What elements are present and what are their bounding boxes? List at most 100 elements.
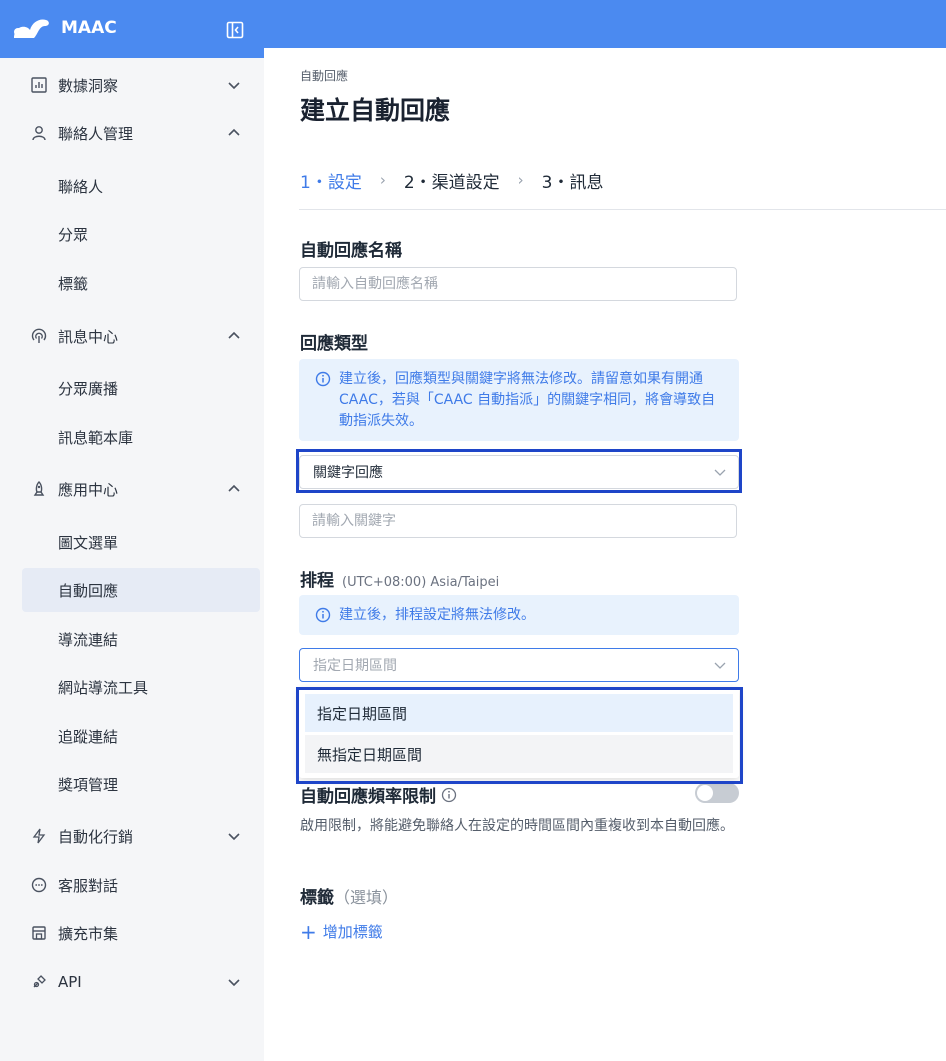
sidebar-subitem-label: 標籤 [58,274,89,293]
sidebar: 數據洞察 聯絡人管理 聯絡人 分眾 標籤 訊息中心 分眾廣播 訊息範本庫 應用中… [0,58,264,1061]
add-tag-button[interactable]: + 增加標籤 [300,921,383,942]
sidebar-subitem-segment-broadcast[interactable]: 分眾廣播 [22,366,260,410]
add-tag-label: 增加標籤 [322,923,383,941]
sidebar-item-api[interactable]: API [22,960,260,1004]
sidebar-subitem-label: 導流連結 [58,630,119,649]
frequency-limit-toggle[interactable] [695,783,739,803]
keyword-input[interactable] [299,504,737,538]
schedule-info-box: 建立後，排程設定將無法修改。 [299,595,739,635]
sidebar-item-label: 客服對話 [58,876,119,895]
sidebar-item-insights[interactable]: 數據洞察 [22,63,260,107]
breadcrumb[interactable]: 自動回應 [300,67,348,84]
sidebar-item-label: 自動化行銷 [58,827,134,846]
sidebar-item-customer-chat[interactable]: 客服對話 [22,863,260,907]
sidebar-subitem-rich-menu[interactable]: 圖文選單 [22,520,260,564]
sidebar-item-automation[interactable]: 自動化行銷 [22,814,260,858]
plus-icon: + [300,919,317,944]
step-separator-icon: › [517,171,524,189]
auto-reply-name-label: 自動回應名稱 [300,241,402,261]
step-indicator: 1・設定 › 2・渠道設定 › 3・訊息 [300,167,603,193]
chevron-down-icon [714,662,726,669]
main-content: 自動回應 建立自動回應 1・設定 › 2・渠道設定 › 3・訊息 自動回應名稱 … [264,48,946,1061]
frequency-limit-label-text: 自動回應頻率限制 [300,787,436,807]
chevron-down-icon [228,979,240,987]
chat-icon [31,877,47,893]
sidebar-subitem-traffic-links[interactable]: 導流連結 [22,617,260,661]
info-icon [315,607,331,623]
chevron-up-icon [228,484,240,492]
chart-icon [31,77,47,93]
auto-reply-name-input[interactable] [299,267,737,301]
schedule-label: 排程 (UTC+08:00) Asia/Taipei [300,566,499,591]
toggle-knob [697,785,713,801]
chevron-down-icon [228,82,240,90]
reply-type-selected-value: 關鍵字回應 [313,465,383,481]
info-circle-icon[interactable] [441,787,457,803]
rocket-icon [33,481,45,496]
chevron-up-icon [228,128,240,136]
sidebar-subitem-segments[interactable]: 分眾 [22,212,260,256]
page-title: 建立自動回應 [300,96,451,125]
tags-optional-text: （選填） [334,888,399,907]
brand-header: MAAC [0,0,264,58]
sidebar-item-label: 擴充市集 [58,924,119,943]
reply-type-info-box: 建立後，回應類型與關鍵字將無法修改。請留意如果有開通 CAAC，若與「CAAC … [299,359,739,441]
frequency-limit-help: 啟用限制，將能避免聯絡人在設定的時間區間內重複收到本自動回應。 [300,818,734,834]
step-separator-icon: › [379,171,386,189]
sidebar-subitem-label: 網站導流工具 [58,678,149,697]
sidebar-subitem-message-templates[interactable]: 訊息範本庫 [22,415,260,459]
maac-logo-icon [14,19,49,38]
sidebar-subitem-label: 分眾 [58,225,89,244]
reply-type-select[interactable]: 關鍵字回應 [299,455,739,489]
broadcast-icon [31,328,47,343]
chevron-up-icon [228,331,240,339]
sidebar-item-contact-management[interactable]: 聯絡人管理 [22,111,260,155]
sidebar-subitem-prize-management[interactable]: 獎項管理 [22,762,260,806]
schedule-label-text: 排程 [300,571,334,591]
info-icon [315,371,331,387]
sidebar-subitem-label: 自動回應 [58,581,119,600]
sidebar-item-label: 數據洞察 [58,76,119,95]
lightning-icon [32,828,46,844]
top-bar [264,0,946,48]
sidebar-subitem-label: 分眾廣播 [58,379,119,398]
chevron-down-icon [228,833,240,841]
step-message[interactable]: 3・訊息 [542,168,604,193]
tags-label-text: 標籤 [300,888,334,908]
store-icon [32,926,46,940]
sidebar-item-label: 訊息中心 [58,327,119,346]
brand-name: MAAC [61,18,117,38]
sidebar-subitem-label: 獎項管理 [58,775,119,794]
schedule-option-no-date-range[interactable]: 無指定日期區間 [305,735,733,773]
sidebar-subitem-auto-reply[interactable]: 自動回應 [22,568,260,612]
sidebar-item-label: 聯絡人管理 [58,124,134,143]
user-icon [32,126,46,141]
sidebar-item-app-center[interactable]: 應用中心 [22,467,260,511]
chevron-down-icon [714,469,726,476]
sidebar-collapse-icon[interactable] [226,21,244,39]
sidebar-item-message-center[interactable]: 訊息中心 [22,314,260,358]
sidebar-subitem-label: 訊息範本庫 [58,428,134,447]
sidebar-subitem-label: 追蹤連結 [58,727,119,746]
schedule-timezone: (UTC+08:00) Asia/Taipei [342,575,500,590]
sidebar-subitem-contacts[interactable]: 聯絡人 [22,164,260,208]
reply-type-label: 回應類型 [300,334,368,354]
tags-label: 標籤（選填） [300,883,398,908]
plug-icon [33,975,46,988]
sidebar-subitem-label: 聯絡人 [58,177,104,196]
schedule-select-placeholder: 指定日期區間 [313,658,397,674]
reply-type-info-text: 建立後，回應類型與關鍵字將無法修改。請留意如果有開通 CAAC，若與「CAAC … [339,371,716,429]
schedule-option-date-range[interactable]: 指定日期區間 [305,694,733,732]
divider [299,209,946,210]
sidebar-subitem-tracking-links[interactable]: 追蹤連結 [22,714,260,758]
schedule-select[interactable]: 指定日期區間 [299,648,739,682]
sidebar-subitem-tags[interactable]: 標籤 [22,261,260,305]
sidebar-item-label: 應用中心 [58,480,119,499]
sidebar-item-marketplace[interactable]: 擴充市集 [22,911,260,955]
schedule-info-text: 建立後，排程設定將無法修改。 [339,607,535,623]
sidebar-subitem-label: 圖文選單 [58,533,119,552]
step-channel-settings[interactable]: 2・渠道設定 [404,168,500,193]
sidebar-item-label: API [58,973,82,991]
step-settings[interactable]: 1・設定 [300,168,362,193]
sidebar-subitem-website-traffic-tool[interactable]: 網站導流工具 [22,665,260,709]
